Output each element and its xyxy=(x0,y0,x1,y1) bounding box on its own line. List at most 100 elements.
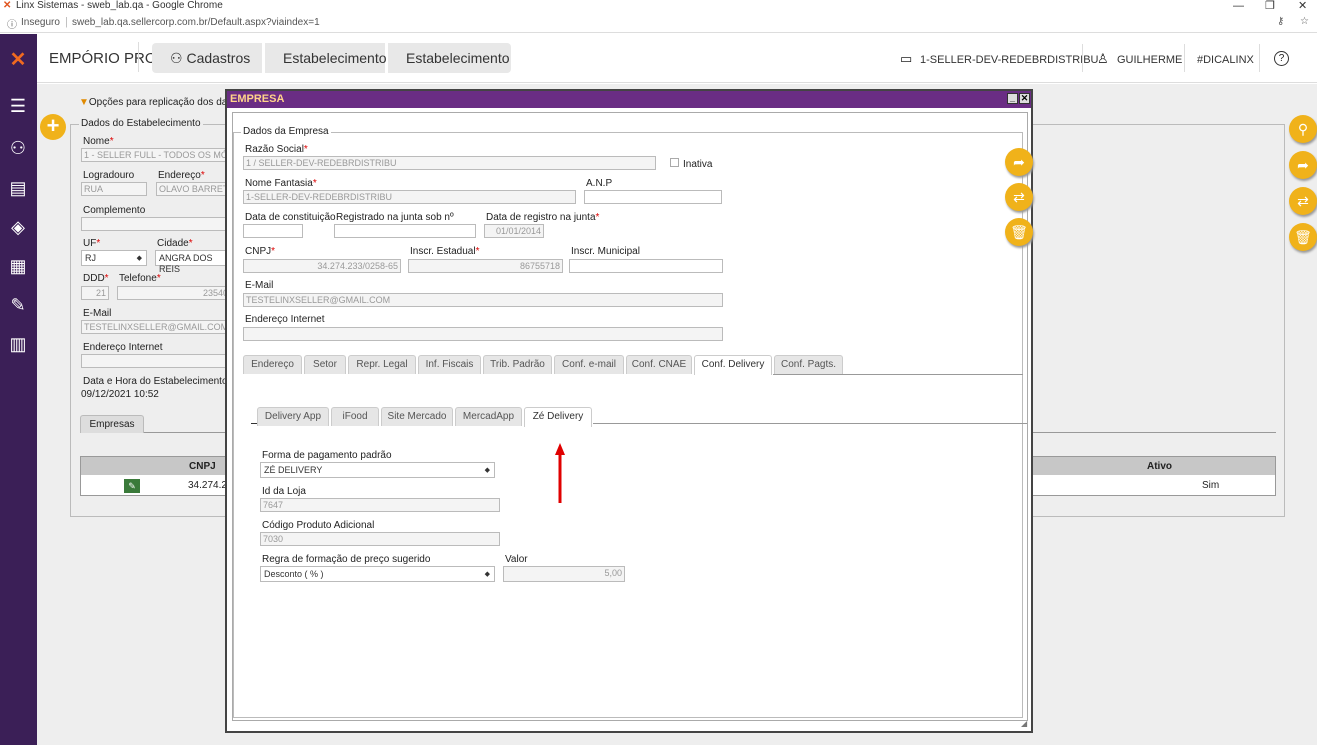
datahora-value: 09/12/2021 10:52 xyxy=(81,389,159,400)
subtab-ze-delivery[interactable]: Zé Delivery xyxy=(524,407,592,427)
add-button[interactable]: + xyxy=(40,114,66,140)
minimize-icon[interactable]: _ xyxy=(1007,93,1018,104)
subtab-mercadapp[interactable]: MercadApp xyxy=(455,407,522,426)
annotation-arrow-icon xyxy=(555,443,565,503)
tab-conf-delivery[interactable]: Conf. Delivery xyxy=(694,355,772,375)
valor-field[interactable]: 5,00 xyxy=(503,566,625,582)
modal-swap-button[interactable]: ⇄ xyxy=(1005,183,1033,211)
constituicao-field[interactable] xyxy=(243,224,303,238)
address-bar[interactable]: ⓘ Inseguro | sweb_lab.qa.sellercorp.com.… xyxy=(0,13,1317,33)
replicate-button[interactable]: ➦ xyxy=(1289,151,1317,179)
subtab-site-mercado[interactable]: Site Mercado xyxy=(381,407,453,426)
breadcrumb-estabelecimento-2[interactable]: Estabelecimento xyxy=(388,43,511,73)
tab-conf-cnae[interactable]: Conf. CNAE xyxy=(626,355,692,374)
modal-replicate-button[interactable]: ➦ xyxy=(1005,148,1033,176)
inscr-estadual-field[interactable]: 86755718 xyxy=(408,259,563,273)
inativa-checkbox[interactable] xyxy=(670,158,679,167)
swap-button[interactable]: ⇄ xyxy=(1289,187,1317,215)
logradouro-field[interactable]: RUA xyxy=(81,182,147,196)
trash-icon: 🗑 xyxy=(1010,224,1028,240)
dados-empresa-legend: Dados da Empresa xyxy=(241,126,331,137)
edit-icon[interactable]: ✎ xyxy=(6,293,30,317)
store-name[interactable]: 1-SELLER-DEV-REDEBRDISTRIBU xyxy=(920,54,1099,66)
linx-logo-icon: ✕ xyxy=(3,0,12,11)
app-header: EMPÓRIO PRO ⚇ Cadastros Estabelecimento … xyxy=(37,34,1317,83)
tab-empresas[interactable]: Empresas xyxy=(80,415,144,433)
tab-setor[interactable]: Setor xyxy=(304,355,346,374)
forward-icon: ➦ xyxy=(1297,157,1309,173)
info-icon: ⓘ xyxy=(7,20,17,31)
modal-title: EMPRESA xyxy=(230,93,285,105)
registro-field[interactable]: 01/01/2014 xyxy=(484,224,544,238)
search-button[interactable]: ⚲ xyxy=(1289,115,1317,143)
empresa-internet-field[interactable] xyxy=(243,327,723,341)
nome-fantasia-field[interactable]: 1-SELLER-DEV-REDEBRDISTRIBU xyxy=(243,190,576,204)
forma-pagamento-select[interactable]: ZÉ DELIVERY ◆ xyxy=(260,462,495,478)
delete-button[interactable]: 🗑 xyxy=(1289,223,1317,251)
empresa-email-field[interactable]: TESTELINXSELLER@GMAIL.COM xyxy=(243,293,723,307)
resize-handle-icon[interactable]: ◢ xyxy=(1021,719,1027,728)
uf-select[interactable]: RJ ◆ xyxy=(81,250,147,266)
main-tabs: Endereço Setor Repr. Legal Inf. Fiscais … xyxy=(243,355,1023,376)
trash-icon: 🗑 xyxy=(1294,229,1312,245)
col-cnpj: CNPJ xyxy=(189,461,216,472)
swap-icon: ⇄ xyxy=(1297,193,1309,209)
tab-trib-padrao[interactable]: Trib. Padrão xyxy=(483,355,552,374)
help-icon[interactable]: ? xyxy=(1274,51,1289,66)
close-icon[interactable]: ✕ xyxy=(1019,93,1030,104)
caret-down-icon: ▼ xyxy=(79,97,89,108)
tag-icon[interactable]: ◈ xyxy=(6,215,30,239)
search-icon: ⚲ xyxy=(1297,121,1309,137)
tab-conf-email[interactable]: Conf. e-mail xyxy=(554,355,624,374)
users-icon[interactable]: ⚇ xyxy=(6,136,30,160)
junta-field[interactable] xyxy=(334,224,476,238)
subtab-ifood[interactable]: iFood xyxy=(331,407,379,426)
cnpj-field[interactable]: 34.274.233/0258-65 xyxy=(243,259,401,273)
col-ativo: Ativo xyxy=(1147,461,1172,472)
users-icon: ⚇ xyxy=(170,50,183,66)
subtab-delivery-app[interactable]: Delivery App xyxy=(257,407,329,426)
tab-inf-fiscais[interactable]: Inf. Fiscais xyxy=(418,355,481,374)
breadcrumb-estabelecimento-1[interactable]: Estabelecimento xyxy=(265,43,387,73)
receipt-icon[interactable]: ▦ xyxy=(6,254,30,278)
replication-toggle[interactable]: ▼Opções para replicação dos dados xyxy=(79,97,243,108)
id-loja-field[interactable]: 7647 xyxy=(260,498,500,512)
menu-icon[interactable]: ☰ xyxy=(6,94,30,118)
regra-preco-select[interactable]: Desconto ( % ) ◆ xyxy=(260,566,495,582)
close-icon[interactable]: ✕ xyxy=(1298,0,1307,12)
modal-header: EMPRESA _ ✕ xyxy=(227,91,1031,108)
key-icon[interactable]: ⚷ xyxy=(1277,16,1284,27)
email-field[interactable]: TESTELINXSELLER@GMAIL.COM xyxy=(81,320,231,334)
tab-repr-legal[interactable]: Repr. Legal xyxy=(348,355,416,374)
endereco-field[interactable]: OLAVO BARRET xyxy=(156,182,231,196)
ddd-field[interactable]: 21 xyxy=(81,286,109,300)
url-text[interactable]: sweb_lab.qa.sellercorp.com.br/Default.as… xyxy=(72,17,320,28)
tab-conf-pagts[interactable]: Conf. Pagts. xyxy=(774,355,843,374)
restore-icon[interactable]: ❐ xyxy=(1265,0,1275,12)
inscr-municipal-field[interactable] xyxy=(569,259,723,273)
linx-logo-icon[interactable]: ✕ xyxy=(6,48,30,72)
breadcrumb-cadastros[interactable]: ⚇ Cadastros xyxy=(152,43,262,73)
codigo-produto-field[interactable]: 7030 xyxy=(260,532,500,546)
edit-icon[interactable]: ✎ xyxy=(124,479,140,493)
tab-endereco[interactable]: Endereço xyxy=(243,355,302,374)
cidade-select[interactable]: ANGRA DOS REIS xyxy=(155,250,231,274)
estabelecimento-legend: Dados do Estabelecimento xyxy=(79,118,203,129)
app-name: EMPÓRIO PRO xyxy=(49,50,157,67)
store-icon: ▭ xyxy=(900,51,913,66)
dicalinx-link[interactable]: #DICALINX xyxy=(1197,54,1254,66)
star-icon[interactable]: ☆ xyxy=(1300,16,1309,27)
complemento-field[interactable] xyxy=(81,217,231,231)
swap-icon: ⇄ xyxy=(1013,189,1025,205)
anp-field[interactable] xyxy=(584,190,722,204)
telefone-field[interactable]: 23540 xyxy=(117,286,231,300)
clipboard-icon[interactable]: ▤ xyxy=(6,176,30,200)
internet-field[interactable] xyxy=(81,354,231,368)
chart-icon[interactable]: ▥ xyxy=(6,332,30,356)
nome-field[interactable]: 1 - SELLER FULL - TODOS OS MÓ xyxy=(81,148,231,162)
modal-delete-button[interactable]: 🗑 xyxy=(1005,218,1033,246)
user-name[interactable]: GUILHERME xyxy=(1117,54,1182,66)
delivery-subtabs: Delivery App iFood Site Mercado MercadAp… xyxy=(257,407,997,427)
minimize-icon[interactable]: — xyxy=(1233,0,1244,12)
razao-social-field[interactable]: 1 / SELLER-DEV-REDEBRDISTRIBU xyxy=(243,156,656,170)
